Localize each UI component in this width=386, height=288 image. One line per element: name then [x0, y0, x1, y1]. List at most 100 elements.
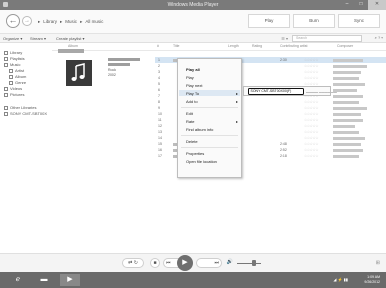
other-libraries-icon	[4, 105, 8, 110]
column-number[interactable]: #	[157, 44, 159, 48]
sidebar-item-other-libraries[interactable]: Other Libraries	[4, 105, 36, 110]
file-explorer-icon[interactable]: ▬	[34, 274, 54, 286]
search-icon[interactable]: ⌕	[375, 35, 377, 40]
internet-explorer-icon[interactable]: ℯ	[8, 274, 28, 286]
album-artist-placeholder	[108, 63, 130, 66]
menu-item-open-file-location[interactable]: Open file location	[186, 159, 217, 164]
mute-button[interactable]: 🔊	[225, 258, 235, 268]
sidebar-item-genre[interactable]: Genre	[9, 80, 26, 85]
column-contributing-artist[interactable]: Contributing artist	[280, 44, 307, 48]
picture-icon	[4, 92, 8, 97]
menu-item-delete[interactable]: Delete	[186, 139, 198, 144]
menu-item-play-all[interactable]: Play all	[186, 67, 200, 72]
album-info: Rock 2002	[108, 58, 140, 77]
menu-item-edit[interactable]: Edit	[186, 111, 193, 116]
tab-burn[interactable]: Burn	[293, 14, 335, 28]
repeat-icon[interactable]: ↻	[134, 260, 138, 266]
column-title[interactable]: Title	[173, 44, 179, 48]
sidebar-item-label: Videos	[10, 86, 23, 91]
submenu-arrow-icon: ▸	[235, 119, 238, 124]
breadcrumb-music[interactable]: Music	[65, 19, 77, 25]
organize-menu[interactable]: Organize ▾	[3, 36, 22, 41]
toolbar: Organize ▾ Stream ▾ Create playlist ▾ ☰ …	[0, 34, 386, 43]
context-menu: Play all Play Play next Play To ▸ Add to…	[177, 58, 242, 178]
switch-to-now-playing-icon[interactable]: ⊞	[376, 260, 380, 266]
breadcrumb: ▸ Library ▸ Music ▸ All music	[38, 19, 103, 25]
submenu-arrow-icon: ▸	[235, 99, 238, 104]
genre-icon	[9, 80, 13, 85]
column-composer[interactable]: Composer	[337, 44, 353, 48]
forward-button[interactable]: →	[22, 16, 32, 26]
tab-sync[interactable]: Sync	[338, 14, 380, 28]
shuffle-icon[interactable]: ⇄	[128, 260, 132, 266]
play-button[interactable]: ▶	[177, 255, 193, 271]
clock-time: 1:09 AM	[367, 275, 380, 279]
breadcrumb-separator: ▸	[60, 19, 63, 24]
next-button[interactable]: ⏭	[196, 258, 222, 268]
close-button[interactable]: ✕	[368, 0, 386, 10]
maximize-button[interactable]: □	[354, 0, 368, 10]
menu-item-play[interactable]: Play	[186, 75, 194, 80]
shuffle-repeat-group: ⇄ ↻	[122, 258, 144, 268]
album-cover-art[interactable]	[66, 60, 92, 86]
windows-media-player-taskbar-icon[interactable]: ▶	[60, 274, 80, 286]
sidebar-item-label: Artist	[15, 68, 25, 73]
music-note-icon	[71, 63, 85, 81]
sidebar-item-music[interactable]: Music	[4, 62, 20, 67]
sidebar-item-sony-device[interactable]: SONY CMT-SBT00X	[4, 111, 47, 116]
taskbar-clock[interactable]: 1:09 AM 9/26/2012	[364, 275, 380, 284]
menu-item-rate[interactable]: Rate	[186, 119, 194, 124]
volume-slider-track[interactable]	[237, 263, 261, 264]
album-year: 2002	[108, 72, 116, 77]
menu-item-play-next[interactable]: Play next	[186, 83, 202, 88]
column-length[interactable]: Length	[228, 44, 239, 48]
video-icon	[4, 86, 8, 91]
stop-button[interactable]: ■	[150, 258, 160, 268]
stream-menu[interactable]: Stream ▾	[30, 36, 46, 41]
menu-item-properties[interactable]: Properties	[186, 151, 204, 156]
column-rating[interactable]: Rating	[252, 44, 262, 48]
menu-separator	[181, 135, 238, 136]
breadcrumb-separator: ▸	[80, 19, 83, 24]
help-icon[interactable]: ? ▾	[378, 35, 383, 40]
navigation-bar: ← → ▸ Library ▸ Music ▸ All music Play B…	[0, 10, 386, 34]
menu-item-find-album-info[interactable]: Find album info	[186, 127, 213, 132]
device-status-text: ▬▬▬▬ ▬▬▬▬▬▬	[306, 90, 337, 94]
window-title: Windows Media Player	[167, 2, 219, 8]
playback-controls: ⇄ ↻ ■ ⏮ ▶ ⏭ 🔊 ⊞	[0, 253, 386, 272]
volume-slider-handle[interactable]	[252, 260, 256, 266]
sidebar-item-label: Genre	[15, 80, 27, 85]
breadcrumb-separator: ▸	[38, 19, 41, 24]
title-bar: Windows Media Player – □ ✕	[0, 0, 386, 10]
sidebar-item-library[interactable]: Library	[4, 50, 22, 55]
sidebar-item-videos[interactable]: Videos	[4, 86, 22, 91]
system-tray[interactable]: ◢ ⚡ ▮▮	[333, 277, 348, 282]
breadcrumb-library[interactable]: Library	[43, 19, 57, 25]
create-playlist-menu[interactable]: Create playlist ▾	[56, 36, 84, 41]
sidebar-item-label: Playlists	[10, 56, 25, 61]
play-to-device-item[interactable]: SONY CMT-SBT00X00(F)	[248, 88, 304, 95]
sidebar-item-label: Album	[15, 74, 27, 79]
sidebar-item-playlists[interactable]: Playlists	[4, 56, 25, 61]
back-button[interactable]: ←	[6, 14, 20, 28]
breadcrumb-all-music[interactable]: All music	[85, 19, 103, 25]
clock-date: 9/26/2012	[364, 279, 380, 284]
view-options-menu[interactable]: ☰ ▾	[281, 36, 288, 41]
sidebar-item-artist[interactable]: Artist	[9, 68, 24, 73]
column-headers: Album # Title Length Rating Contributing…	[52, 43, 386, 51]
sidebar-item-album[interactable]: Album	[9, 74, 26, 79]
tab-play[interactable]: Play	[248, 14, 290, 28]
artist-icon	[9, 68, 13, 73]
album-icon	[9, 74, 13, 79]
menu-item-play-to[interactable]: Play To	[186, 91, 199, 96]
column-album[interactable]: Album	[68, 44, 78, 48]
menu-item-add-to[interactable]: Add to	[186, 99, 198, 104]
minimize-button[interactable]: –	[340, 0, 354, 10]
sidebar-item-pictures[interactable]: Pictures	[4, 92, 24, 97]
play-to-submenu: SONY CMT-SBT00X00(F) ▬▬▬▬ ▬▬▬▬▬▬	[243, 86, 337, 96]
search-input[interactable]: Search	[292, 35, 362, 42]
help-menu[interactable]: ⌕ ? ▾	[375, 35, 383, 40]
sidebar-item-label: Pictures	[10, 92, 25, 97]
music-icon	[4, 62, 8, 67]
album-title-placeholder	[108, 58, 140, 61]
